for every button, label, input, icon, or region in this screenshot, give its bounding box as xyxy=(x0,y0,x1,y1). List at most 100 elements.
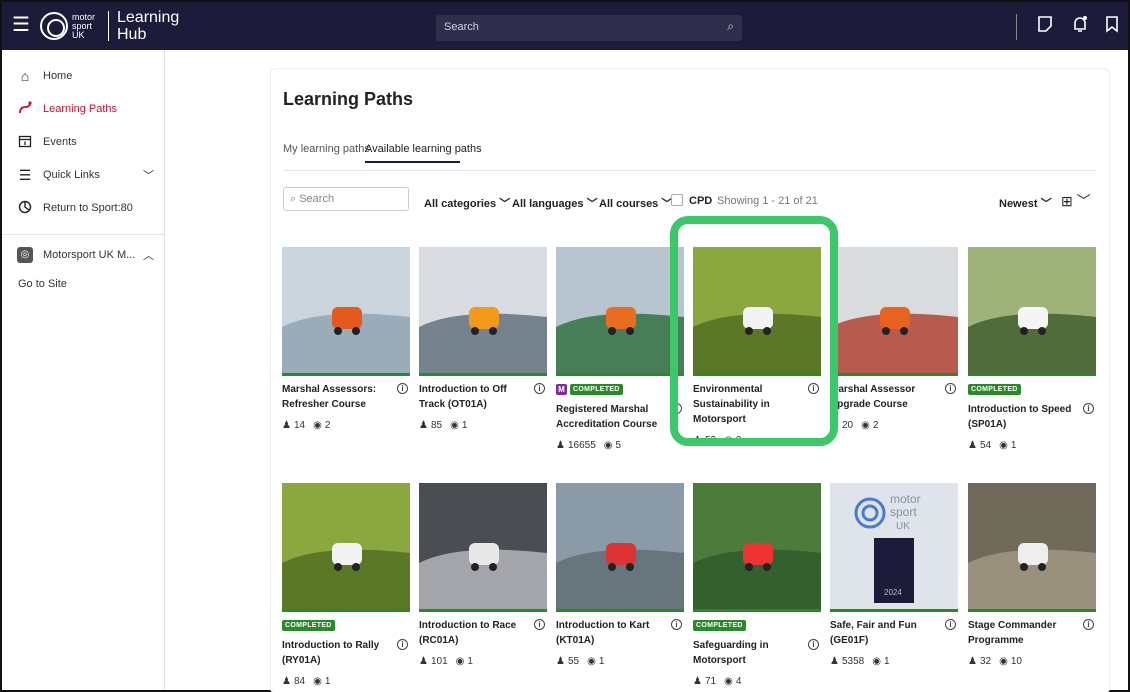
search-input[interactable]: ⌕ Search xyxy=(283,187,409,211)
category-filter[interactable]: All categories ﹀ xyxy=(424,195,510,211)
language-filter[interactable]: All languages ﹀ xyxy=(512,195,598,211)
learners-icon: ♟ xyxy=(830,656,839,667)
course-title[interactable]: Marshal Assessors: Refresher Course i xyxy=(282,382,410,412)
motorsport-uk-logo[interactable]: motor sport UK Learning Hub xyxy=(40,8,179,44)
notifications-icon[interactable] xyxy=(1070,15,1090,37)
course-thumbnail-image xyxy=(693,483,821,609)
courses-count: ◉ 1 xyxy=(587,656,605,667)
course-card[interactable]: Marshal Assessors: Refresher Course i ♟ 14 ◉… xyxy=(282,247,410,431)
courses-icon: ◉ xyxy=(313,676,322,687)
sidebar-item-learning-paths[interactable]: Learning Paths xyxy=(2,95,164,123)
course-card[interactable]: Marshal Assessor Upgrade Course i ♟ 20 ◉ 2 xyxy=(830,247,958,431)
info-icon[interactable]: i xyxy=(397,639,408,650)
course-thumbnail-image xyxy=(282,483,410,609)
courses-icon: ◉ xyxy=(999,656,1008,667)
info-icon[interactable]: i xyxy=(397,383,408,394)
sidebar-item-label: Events xyxy=(43,136,77,148)
course-thumbnail[interactable] xyxy=(556,483,684,609)
course-thumbnail[interactable] xyxy=(968,483,1096,609)
courses-count: ◉ 5 xyxy=(603,440,622,451)
course-filter[interactable]: All courses ﹀ xyxy=(599,195,672,211)
learners-icon: ♟ xyxy=(419,420,428,431)
info-icon[interactable]: i xyxy=(671,619,682,630)
courses-count: ◉ 10 xyxy=(999,656,1022,667)
course-card[interactable]: motor sport UK 2024 Safe, Fair and Fun (GE01… xyxy=(830,483,958,667)
progress-bar xyxy=(830,609,958,612)
info-icon[interactable]: i xyxy=(1083,403,1094,414)
course-thumbnail[interactable] xyxy=(419,483,547,609)
course-card[interactable]: Stage Commander Programme i ♟ 32 ◉ 10 xyxy=(968,483,1096,667)
tab-my-learning-paths[interactable]: My learning paths xyxy=(283,143,370,155)
sidebar-item-quick-links[interactable]: ☰ Quick Links ﹀ xyxy=(2,161,164,189)
course-card[interactable]: Environmental Sustainability in Motorspo… xyxy=(693,247,821,446)
course-card[interactable]: Introduction to Race (RC01A) i ♟ 101 ◉ 1 xyxy=(419,483,547,667)
course-card[interactable]: Introduction to Kart (KT01A) i ♟ 55 ◉ 1 xyxy=(556,483,684,667)
menu-icon[interactable]: ☰ xyxy=(12,14,34,36)
top-bar: ☰ motor sport UK Learning Hub Search ⌕ xyxy=(2,2,1128,50)
notes-icon[interactable] xyxy=(1035,15,1055,37)
course-title[interactable]: Environmental Sustainability in Motorspo… xyxy=(693,382,821,427)
course-card[interactable]: COMPLETED Safeguarding in Motorsport i ♟ 71 ◉… xyxy=(693,483,821,687)
course-stats: ♟ 14 ◉ 2 xyxy=(282,420,410,431)
sidebar-item-motorsport-uk[interactable]: ◎ Motorsport UK M... ︿ xyxy=(2,241,164,269)
course-card[interactable]: Introduction to Off Track (OT01A) i ♟ 85 ◉ 1 xyxy=(419,247,547,431)
sidebar-item-return-to-sport[interactable]: Return to Sport:80 xyxy=(2,194,164,222)
info-icon[interactable]: i xyxy=(671,403,682,414)
course-title[interactable]: Introduction to Race (RC01A) i xyxy=(419,618,547,648)
chevron-up-icon[interactable]: ︿ xyxy=(143,247,154,263)
bookmark-icon[interactable] xyxy=(1102,15,1122,37)
courses-icon: ◉ xyxy=(587,656,596,667)
cpd-checkbox[interactable] xyxy=(671,194,683,206)
course-thumbnail[interactable] xyxy=(282,247,410,373)
chevron-down-icon[interactable]: ﹀ xyxy=(143,167,154,183)
course-card[interactable]: COMPLETED Introduction to Rally (RY01A) i ♟… xyxy=(282,483,410,687)
course-stats: ♟ 84 ◉ 1 xyxy=(282,676,410,687)
course-thumbnail[interactable] xyxy=(968,247,1096,373)
course-thumbnail[interactable] xyxy=(693,483,821,609)
learners-icon: ♟ xyxy=(968,656,977,667)
active-tab-indicator xyxy=(365,161,460,163)
learners-count: ♟ 101 xyxy=(419,656,448,667)
progress-bar xyxy=(556,609,684,612)
global-search-input[interactable]: Search ⌕ xyxy=(436,15,742,41)
course-title[interactable]: Stage Commander Programme i xyxy=(968,618,1096,648)
course-thumbnail[interactable]: motor sport UK 2024 xyxy=(830,483,958,609)
course-thumbnail[interactable] xyxy=(282,483,410,609)
course-title[interactable]: Safe, Fair and Fun (GE01F) i xyxy=(830,618,958,648)
sidebar-item-home[interactable]: ⌂ Home xyxy=(2,62,164,90)
info-icon[interactable]: i xyxy=(1083,619,1094,630)
courses-icon: ◉ xyxy=(603,440,613,451)
tab-available-learning-paths[interactable]: Available learning paths xyxy=(365,143,482,155)
progress-bar xyxy=(693,373,821,376)
sidebar-item-events[interactable]: Events xyxy=(2,128,164,156)
course-thumbnail[interactable] xyxy=(830,247,958,373)
course-title[interactable]: Marshal Assessor Upgrade Course i xyxy=(830,382,958,412)
course-stats: ♟ 55 ◉ 1 xyxy=(556,656,684,667)
course-card[interactable]: M COMPLETED Registered Marshal Accreditati… xyxy=(556,247,684,451)
grid-view-icon[interactable]: ⊞ ﹀ xyxy=(1061,191,1091,211)
learners-count: ♟ 16655 xyxy=(556,440,596,451)
course-stats: ♟ 32 ◉ 10 xyxy=(968,656,1096,667)
course-thumbnail[interactable] xyxy=(419,247,547,373)
course-title[interactable]: Introduction to Speed (SP01A) i xyxy=(968,402,1096,432)
info-icon[interactable]: i xyxy=(534,383,545,394)
clock-icon xyxy=(17,200,33,216)
course-title[interactable]: Introduction to Rally (RY01A) i xyxy=(282,638,410,668)
info-icon[interactable]: i xyxy=(945,619,956,630)
course-title[interactable]: Introduction to Off Track (OT01A) i xyxy=(419,382,547,412)
course-title[interactable]: Safeguarding in Motorsport i xyxy=(693,638,821,668)
course-card[interactable]: COMPLETED Introduction to Speed (SP01A) i ♟… xyxy=(968,247,1096,451)
course-title[interactable]: Introduction to Kart (KT01A) i xyxy=(556,618,684,648)
course-thumbnail[interactable] xyxy=(556,247,684,373)
course-thumbnail[interactable] xyxy=(693,247,821,373)
info-icon[interactable]: i xyxy=(808,639,819,650)
info-icon[interactable]: i xyxy=(808,383,819,394)
course-title[interactable]: Registered Marshal Accreditation Course i xyxy=(556,402,684,432)
learners-count: ♟ 85 xyxy=(419,420,443,431)
progress-bar xyxy=(693,609,821,612)
sort-dropdown[interactable]: Newest ﹀ xyxy=(999,195,1052,211)
go-to-site-link[interactable]: Go to Site xyxy=(18,278,67,290)
info-icon[interactable]: i xyxy=(945,383,956,394)
info-icon[interactable]: i xyxy=(534,619,545,630)
sidebar-item-label: Home xyxy=(43,70,73,82)
